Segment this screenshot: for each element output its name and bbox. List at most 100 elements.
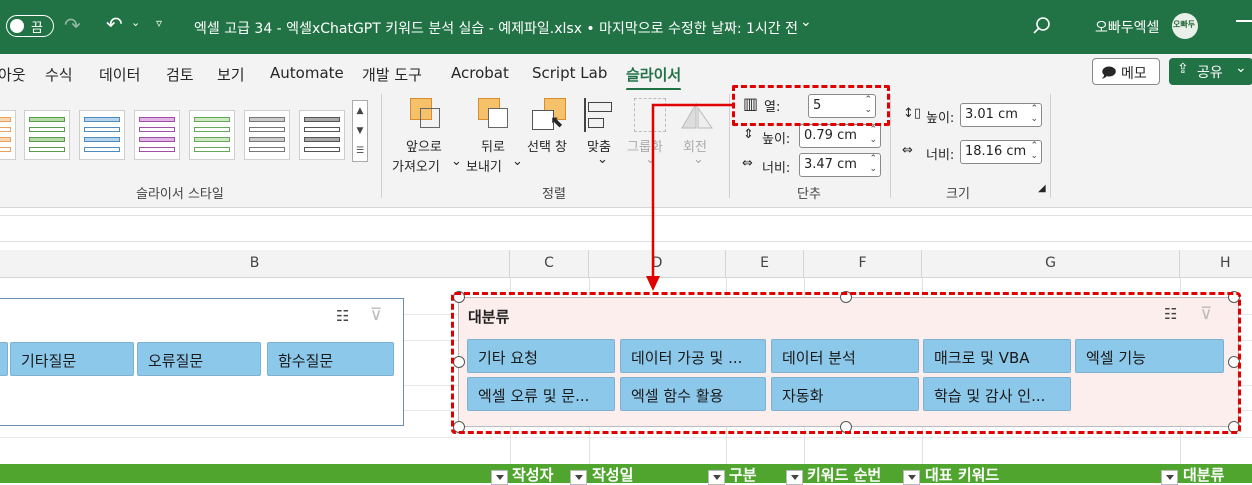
bring-forward-icon[interactable]	[410, 98, 442, 128]
slicer-item[interactable]: 함수질문	[267, 342, 394, 376]
slicer-style-blue[interactable]	[79, 110, 125, 160]
spinner-arrows-icon[interactable]: ⌃ ⌄	[869, 154, 877, 174]
bring-forward-line2[interactable]: 가져오기	[392, 156, 440, 175]
send-backward-chevron-icon[interactable]: ⌄	[512, 154, 523, 169]
formula-bar-area	[0, 215, 1252, 242]
highlight-box-slicer	[451, 292, 1241, 434]
send-backward-icon[interactable]	[476, 98, 510, 128]
tab-acrobat[interactable]: Acrobat	[451, 64, 509, 82]
window-edge	[1236, 20, 1252, 22]
tab-layout[interactable]: 아웃	[0, 64, 26, 85]
column-header-b[interactable]: B	[0, 250, 510, 278]
customize-qat-icon[interactable]: ▿	[156, 16, 162, 30]
button-width-icon: ⇔	[742, 156, 753, 171]
selection-pane-icon[interactable]: ⬉	[532, 98, 566, 132]
align-icon[interactable]	[584, 98, 616, 132]
header-major-category[interactable]: 대분류	[1183, 464, 1224, 485]
arrange-group-label: 정렬	[542, 187, 566, 202]
button-height-label: 높이:	[762, 132, 791, 147]
height-value: 3.01 cm	[965, 107, 1018, 122]
document-title[interactable]: 엑셀 고급 34 - 엑셀xChatGPT 키워드 분석 실습 - 예제파일.x…	[194, 18, 798, 38]
column-header-g[interactable]: G	[922, 250, 1180, 278]
user-name[interactable]: 오빠두엑셀	[1095, 17, 1159, 37]
header-main-keyword[interactable]: 대표 키워드	[925, 464, 999, 485]
share-icon: ⇪	[1177, 61, 1189, 77]
button-height-value: 0.79 cm	[804, 128, 857, 143]
autosave-toggle[interactable]: 끔	[6, 15, 54, 37]
height-spinner[interactable]: 3.01 cm ⌃ ⌄	[960, 103, 1042, 127]
slicer-item[interactable]: 오류질문	[137, 342, 261, 376]
separator	[890, 94, 891, 198]
header-date[interactable]: 작성일	[592, 464, 633, 485]
bring-forward-line1[interactable]: 앞으로	[406, 136, 442, 155]
buttons-group-label: 단추	[797, 187, 821, 202]
slicer-style-dark[interactable]	[299, 110, 345, 160]
selection-pane-label[interactable]: 선택 창	[527, 136, 567, 155]
tab-automate[interactable]: Automate	[270, 64, 344, 82]
button-height-spinner[interactable]: 0.79 cm ⌃ ⌄	[799, 124, 881, 148]
bring-forward-chevron-icon[interactable]: ⌄	[451, 154, 462, 169]
undo-icon[interactable]: ↶	[106, 12, 123, 36]
slicer-style-gray[interactable]	[244, 110, 290, 160]
width-icon: ⇔	[902, 143, 913, 158]
avatar[interactable]: 오빠두	[1172, 13, 1198, 39]
slicer-item[interactable]: 기타질문	[10, 342, 134, 376]
header-author[interactable]: 작성자	[512, 464, 553, 485]
column-header-c[interactable]: C	[510, 250, 589, 278]
clear-filter-icon[interactable]: ⊽	[370, 305, 382, 325]
gridline	[0, 437, 1252, 438]
highlight-box-columns	[732, 85, 890, 126]
tab-developer[interactable]: 개발 도구	[362, 64, 422, 85]
tab-view[interactable]: 보기	[217, 64, 245, 85]
send-backward-line2[interactable]: 보내기	[466, 156, 502, 175]
separator	[381, 94, 382, 198]
button-width-label: 너비:	[762, 161, 791, 176]
styles-group-label: 슬라이서 스타일	[136, 187, 224, 202]
spinner-arrows-icon[interactable]: ⌃ ⌄	[869, 125, 877, 145]
width-value: 18.16 cm	[965, 144, 1027, 159]
button-width-value: 3.47 cm	[804, 157, 857, 172]
slicer-left[interactable]: ☷ ⊽ 기타질문 오류질문 함수질문	[0, 298, 404, 426]
share-chevron-icon: ⌄	[1235, 60, 1247, 76]
slicer-item[interactable]	[0, 342, 8, 376]
column-header-h[interactable]: H	[1180, 250, 1252, 278]
spinner-arrows-icon[interactable]: ⌃ ⌄	[1030, 141, 1038, 161]
slicer-style-orange[interactable]	[0, 110, 16, 160]
multi-select-icon[interactable]: ☷	[336, 307, 349, 325]
slicer-style-green[interactable]	[24, 110, 70, 160]
column-header-f[interactable]: F	[804, 250, 922, 278]
slicer-style-lightgreen[interactable]	[189, 110, 235, 160]
tab-review[interactable]: 검토	[166, 64, 194, 85]
annotation-arrow	[646, 103, 732, 291]
size-group-label: 크기	[946, 187, 970, 202]
separator	[1050, 94, 1051, 198]
width-spinner[interactable]: 18.16 cm ⌃ ⌄	[960, 140, 1042, 164]
avatar-text: 오빠두	[1173, 20, 1196, 29]
chevron-down-icon[interactable]: ⌄	[131, 16, 140, 29]
memo-button[interactable]: 🗩 메모	[1092, 58, 1160, 85]
spinner-arrows-icon[interactable]: ⌃ ⌄	[1030, 104, 1038, 124]
gallery-scroll[interactable]: ▲ ▼ ☰	[352, 100, 368, 162]
tab-formulas[interactable]: 수식	[45, 64, 73, 85]
share-button[interactable]: ⇪ 공유 ⌄	[1169, 58, 1252, 85]
header-keyword-order[interactable]: 키워드 순번	[807, 464, 881, 485]
size-dialog-launcher-icon[interactable]: ◢	[1038, 183, 1046, 194]
button-height-icon: ⇕	[743, 127, 754, 142]
width-label: 너비:	[926, 148, 955, 163]
slicer-style-purple[interactable]	[134, 110, 180, 160]
send-backward-line1[interactable]: 뒤로	[481, 136, 505, 155]
button-width-spinner[interactable]: 3.47 cm ⌃ ⌄	[799, 153, 881, 177]
share-label: 공유	[1197, 65, 1223, 81]
tab-slicer[interactable]: 슬라이서	[626, 64, 682, 91]
align-chevron-icon[interactable]: ⌄	[597, 152, 608, 167]
header-category[interactable]: 구분	[729, 464, 757, 485]
autosave-label: 끔	[31, 21, 43, 36]
ribbon-tabs: 아웃 수식 데이터 검토 보기 Automate 개발 도구 Acrobat S…	[0, 54, 1252, 91]
height-label: 높이:	[926, 111, 955, 126]
tab-data[interactable]: 데이터	[99, 64, 140, 85]
redo-icon[interactable]: ↷	[64, 13, 81, 37]
memo-label: 메모	[1121, 66, 1147, 82]
tab-script-lab[interactable]: Script Lab	[532, 64, 607, 82]
title-chevron-icon[interactable]: ⌄	[800, 14, 812, 30]
search-icon[interactable]	[1032, 16, 1052, 36]
